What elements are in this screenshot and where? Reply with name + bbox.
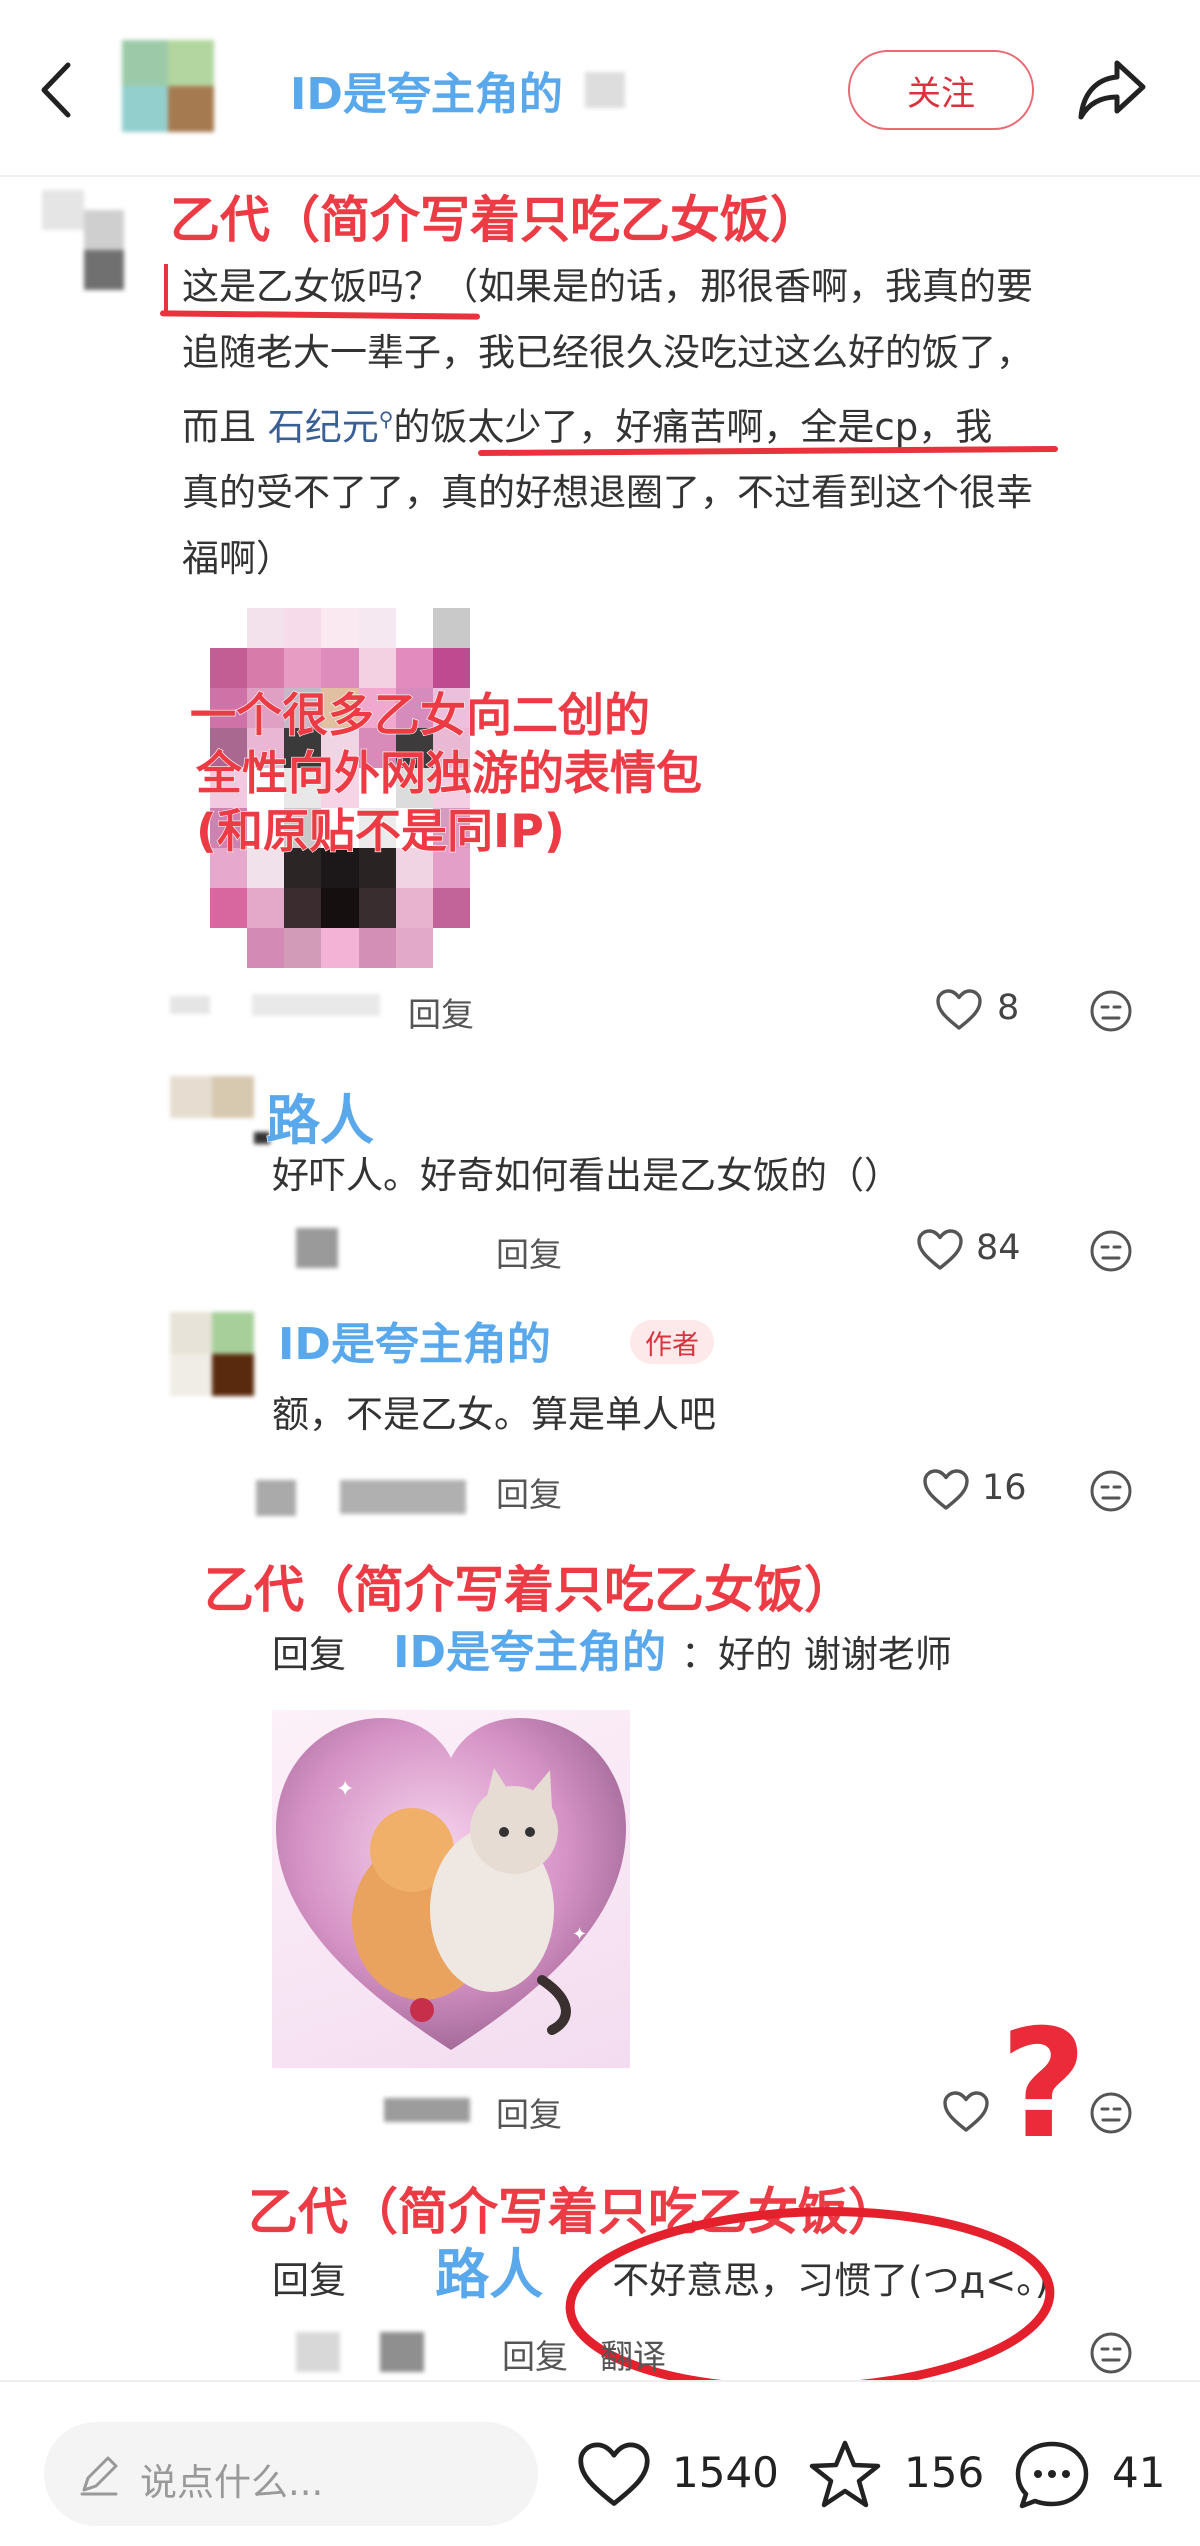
commenter-annotation: 乙代（简介写着只吃乙女饭） bbox=[169, 190, 820, 249]
commenter-annotation: 乙代（简介写着只吃乙女饭） bbox=[203, 1560, 854, 1619]
sticker-image[interactable]: ✦ ✦ bbox=[272, 1710, 630, 2068]
question-mark-annotation: ? bbox=[1000, 1998, 1088, 2172]
comment-line-part: 而且 bbox=[182, 405, 268, 449]
image-annotation: 一个很多乙女向二创的 全性向外网独游的表情包 (和原贴不是同IP) bbox=[189, 686, 702, 860]
comment-line: 福啊） bbox=[182, 537, 293, 581]
reply-avatar[interactable] bbox=[170, 1312, 254, 1396]
reply-button[interactable]: 回复 bbox=[502, 2330, 568, 2378]
neutral-face-icon bbox=[1090, 2332, 1132, 2374]
comment-post-button[interactable]: 41 bbox=[1014, 2438, 1184, 2512]
dislike-button[interactable] bbox=[1088, 2090, 1134, 2136]
heart-sticker-graphic: ✦ ✦ bbox=[276, 1718, 626, 2050]
dislike-button[interactable] bbox=[1088, 1228, 1134, 1274]
meta-blur bbox=[170, 996, 210, 1014]
author-name-blur bbox=[585, 72, 625, 108]
author-badge: 作者 bbox=[630, 1320, 714, 1364]
share-icon bbox=[1078, 60, 1146, 120]
reply-to-user[interactable]: 路人 bbox=[434, 2242, 543, 2306]
commenter-annotation: ID是夸主角的 bbox=[277, 1318, 551, 1370]
image-annotation-line: (和原贴不是同IP) bbox=[195, 803, 565, 858]
reply-text: 好吓人。好奇如何看出是乙女饭的（） bbox=[272, 1154, 901, 1197]
share-button[interactable] bbox=[1075, 55, 1150, 125]
meta-blur bbox=[296, 1228, 338, 1268]
meta-blur bbox=[384, 2098, 470, 2122]
comment-line-part: 的饭太少了，好痛苦啊，全是cp，我 bbox=[393, 405, 993, 449]
svg-text:✦: ✦ bbox=[572, 1924, 587, 1945]
heart-icon bbox=[943, 2091, 989, 2132]
follow-button[interactable]: 关注 bbox=[848, 50, 1034, 130]
follow-label: 关注 bbox=[907, 73, 975, 114]
reply-text: 额，不是乙女。算是单人吧 bbox=[272, 1393, 716, 1436]
reply-avatar[interactable] bbox=[170, 1076, 270, 1144]
star-post-button[interactable]: 156 bbox=[808, 2438, 988, 2512]
reply-prefix: 回复 bbox=[272, 1633, 346, 1676]
heart-icon bbox=[917, 1229, 963, 1270]
heart-icon bbox=[578, 2442, 650, 2506]
top-bar: ID是夸主角的 关注 bbox=[0, 0, 1200, 177]
dislike-button[interactable] bbox=[1088, 1468, 1134, 1514]
star-post-count: 156 bbox=[904, 2448, 985, 2497]
star-icon bbox=[809, 2440, 881, 2508]
comment-bubble-icon bbox=[1015, 2441, 1089, 2509]
meta-blur bbox=[380, 2332, 424, 2372]
neutral-face-icon bbox=[1090, 1230, 1132, 1272]
like-button[interactable] bbox=[942, 2090, 992, 2140]
back-button[interactable] bbox=[30, 55, 90, 125]
search-icon: ⚲ bbox=[378, 407, 394, 431]
bottom-bar: 说点什么... 1540 156 41 bbox=[0, 2380, 1200, 2546]
reply-button[interactable]: 回复 bbox=[496, 1468, 562, 1516]
meta-blur bbox=[252, 994, 380, 1016]
comment-post-count: 41 bbox=[1112, 2448, 1166, 2497]
like-count: 16 bbox=[982, 1468, 1027, 1508]
like-button[interactable]: 16 bbox=[922, 1466, 1052, 1516]
heart-icon bbox=[936, 989, 982, 1030]
like-count: 84 bbox=[976, 1228, 1021, 1268]
reply-prefix: 回复 bbox=[272, 2259, 346, 2302]
meta-blur bbox=[340, 1480, 466, 1514]
reply-text: ：好的 谢谢老师 bbox=[681, 1633, 952, 1676]
image-annotation-line: 一个很多乙女向二创的 bbox=[189, 687, 650, 742]
neutral-face-icon bbox=[1090, 2092, 1132, 2134]
comment-line: 这是乙女饭吗？（如果是的话，那很香啊，我真的要 bbox=[182, 265, 1033, 308]
chevron-left-icon bbox=[41, 62, 71, 118]
underline-annotation bbox=[164, 264, 168, 314]
author-name[interactable]: ID是夸主角的 bbox=[289, 58, 563, 122]
topic-link[interactable]: 石纪元 bbox=[268, 405, 379, 448]
like-post-button[interactable]: 1540 bbox=[576, 2440, 779, 2510]
meta-blur bbox=[296, 2332, 340, 2372]
reply-to-user[interactable]: ID是夸主角的 bbox=[392, 1626, 666, 1678]
reply-button[interactable]: 回复 bbox=[496, 1228, 562, 1276]
like-button[interactable]: 8 bbox=[935, 986, 1045, 1036]
comment-line: 真的受不了了，真的好想退圈了，不过看到这个很幸 bbox=[182, 471, 1033, 515]
heart-icon bbox=[923, 1469, 969, 1510]
pencil-icon bbox=[80, 2456, 118, 2496]
comment-text: 这是乙女饭吗？（如果是的话，那很香啊，我真的要 追随老大一辈子，我已经很久没吃过… bbox=[182, 254, 1162, 592]
comment-input-placeholder: 说点什么... bbox=[140, 2461, 324, 2504]
reply-button[interactable]: 回复 bbox=[408, 988, 474, 1036]
like-post-count: 1540 bbox=[672, 2448, 779, 2497]
like-count: 8 bbox=[997, 988, 1020, 1028]
meta-blur bbox=[256, 1480, 296, 1516]
dislike-button[interactable] bbox=[1088, 2330, 1134, 2376]
neutral-face-icon bbox=[1090, 1470, 1132, 1512]
like-button[interactable]: 84 bbox=[916, 1226, 1046, 1276]
avatar[interactable] bbox=[122, 40, 214, 132]
svg-text:✦: ✦ bbox=[336, 1777, 354, 1802]
comment-line: 追随老大一辈子，我已经很久没吃过这么好的饭了， bbox=[182, 331, 1033, 374]
reply-line: 回复 ID是夸主角的 ：好的 谢谢老师 bbox=[272, 1620, 952, 1686]
author-badge-label: 作者 bbox=[645, 1329, 699, 1361]
neutral-face-icon bbox=[1090, 990, 1132, 1032]
dislike-button[interactable] bbox=[1088, 988, 1134, 1034]
image-annotation-line: 全性向外网独游的表情包 bbox=[195, 745, 702, 800]
comment-input[interactable]: 说点什么... bbox=[44, 2422, 538, 2526]
comment-avatar[interactable] bbox=[42, 190, 126, 300]
reply-button[interactable]: 回复 bbox=[496, 2088, 562, 2136]
translate-button[interactable]: 翻译 bbox=[600, 2330, 666, 2378]
